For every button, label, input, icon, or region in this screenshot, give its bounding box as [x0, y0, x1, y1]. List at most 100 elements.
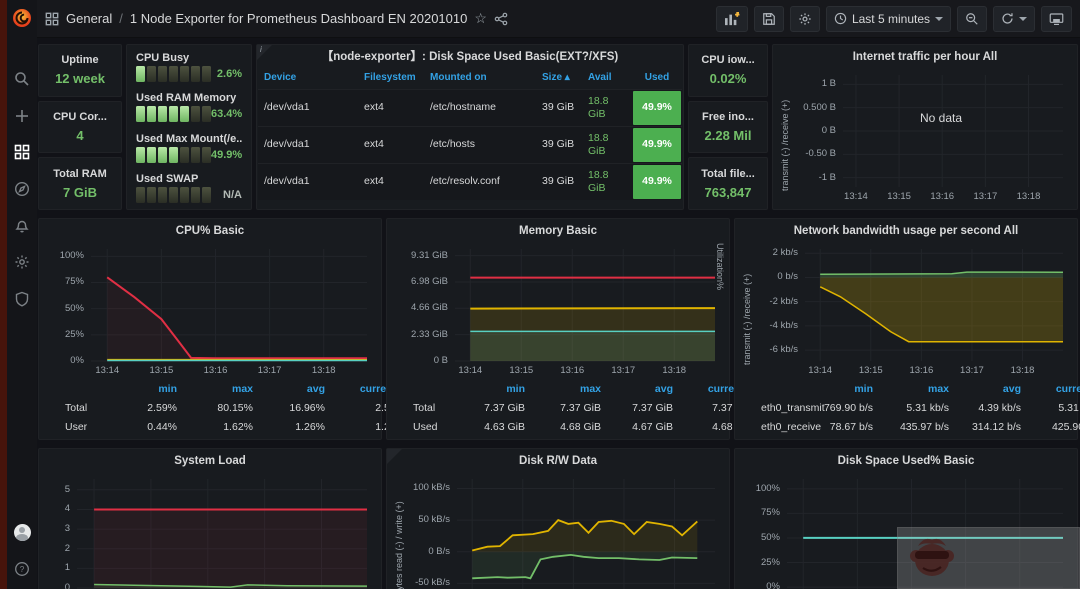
y-axis-label: transmit (-) /receive (+) [780, 99, 790, 191]
panel-title[interactable]: 【node-exporter】: Disk Space Used Basic(E… [257, 47, 683, 68]
series-name[interactable]: eth0_receive [761, 421, 821, 433]
y-axis-tick: 100% [59, 250, 84, 262]
cpu-basic-legend: minmaxavgcurrentTotal2.59%80.15%16.96%2.… [47, 379, 405, 436]
configuration-gear-icon[interactable] [13, 253, 31, 271]
table-cell: 18.8 GiB [588, 94, 609, 120]
used-percent-cell: 49.9% [633, 165, 681, 199]
gauge-segment [158, 186, 167, 203]
chevron-down-icon [1019, 16, 1027, 25]
legend-row: Total2.59%80.15%16.96%2.59% [47, 398, 405, 417]
breadcrumb-folder[interactable]: General [66, 11, 112, 26]
zoom-out-button[interactable] [957, 5, 987, 32]
panel-title[interactable]: Free ino... [702, 111, 754, 123]
legend-column-header[interactable]: avg [253, 383, 325, 395]
cpu-basic-panel: CPU% Basic 100% 75% 50% 25% 0% 13:14 13:15 13:1… [38, 218, 405, 440]
legend-column-header[interactable]: current [1021, 383, 1080, 395]
share-icon[interactable] [494, 12, 508, 26]
panel-title[interactable]: Total file... [701, 168, 755, 180]
table-column-header[interactable]: Device [258, 69, 358, 89]
legend-column-header[interactable]: min [453, 383, 525, 395]
time-range-picker[interactable]: Last 5 minutes [825, 5, 951, 32]
table-column-header[interactable]: Filesystem [358, 69, 424, 89]
network-bandwidth-chart: 2 kb/s 0 b/s -2 kb/s -4 kb/s -6 kb/s 13:14 13:… [741, 243, 1071, 379]
legend-value: 425.90 b/s [1051, 420, 1080, 433]
panel-title[interactable]: Total RAM [53, 168, 107, 180]
panel-title[interactable]: CPU iow... [701, 54, 754, 66]
series-name[interactable]: Total [413, 402, 453, 414]
series-name[interactable]: Used [413, 421, 453, 433]
table-cell: 49.9% [632, 127, 682, 163]
star-icon[interactable]: ☆ [474, 10, 487, 27]
table-cell: /etc/hostname [430, 101, 496, 114]
table-column-header[interactable]: Avail [582, 69, 632, 89]
table-column-header[interactable]: Size ▴ [536, 69, 582, 89]
panel-title[interactable]: System Load [39, 451, 381, 472]
y-axis-tick: 1 [64, 562, 70, 574]
panel-title[interactable]: Network bandwidth usage per second All [735, 221, 1077, 242]
top-navbar: General / 1 Node Exporter for Prometheus… [37, 0, 1080, 38]
memory-basic-chart: 9.31 GiB 6.98 GiB 4.66 GiB 2.33 GiB 0 B 13:14… [393, 243, 725, 379]
panel-title[interactable]: Disk Space Used% Basic [735, 451, 1077, 472]
panel-info-corner[interactable] [387, 449, 402, 464]
gauge-label: Used RAM Memory [136, 92, 237, 105]
table-cell: ext4 [364, 101, 384, 114]
user-avatar[interactable] [13, 523, 31, 541]
grafana-logo-icon[interactable] [11, 7, 33, 29]
help-icon[interactable]: ? [13, 560, 31, 578]
stat-value: 763,847 [704, 184, 752, 200]
series-name[interactable]: User [65, 421, 105, 433]
add-icon[interactable] [13, 107, 31, 125]
legend-column-header[interactable]: min [801, 383, 873, 395]
save-dashboard-button[interactable] [753, 5, 784, 32]
gauge-bar [136, 186, 211, 203]
gauge-segment [169, 106, 178, 123]
refresh-icon [1002, 13, 1013, 24]
gauge-segment [191, 186, 200, 203]
series-name[interactable]: Total [65, 402, 105, 414]
explore-compass-icon[interactable] [13, 180, 31, 198]
gauge-segment [158, 146, 167, 163]
search-icon[interactable] [13, 70, 31, 88]
panel-title[interactable]: Memory Basic [387, 221, 729, 242]
sidebar: ? [7, 0, 37, 589]
legend-column-header[interactable]: min [105, 383, 177, 395]
y-axis-tick: 0 [64, 582, 70, 589]
cycle-view-button[interactable] [1041, 5, 1072, 32]
series-name[interactable]: eth0_transmit [761, 402, 825, 414]
add-panel-button[interactable] [715, 5, 748, 32]
gauge-panel: CPU Busy 2.6% Used RAM Memory 63.4% Used Max… [126, 44, 252, 210]
internet-traffic-chart: 1 B 0.500 B0 B -0.50 B -1 B 13:14 13:15 13:16 1… [779, 69, 1071, 205]
panel-title[interactable]: Uptime [61, 54, 98, 66]
x-axis-tick: 13:16 [560, 365, 585, 376]
legend-column-header[interactable]: max [525, 383, 601, 395]
dashboard-title[interactable]: 1 Node Exporter for Prometheus Dashboard… [130, 11, 467, 26]
gauge-segment [202, 66, 211, 82]
stat-panel-cpu-iowait: CPU iow... 0.02% [688, 44, 768, 97]
alerting-bell-icon[interactable] [13, 217, 31, 235]
dashboard-settings-button[interactable] [789, 5, 820, 32]
legend-column-header[interactable]: max [177, 383, 253, 395]
refresh-button[interactable] [993, 5, 1035, 32]
gauge-bar [136, 106, 211, 123]
panel-title[interactable]: Internet traffic per hour All [773, 47, 1077, 68]
legend-column-header[interactable]: avg [601, 383, 673, 395]
gauge-segment [136, 106, 145, 123]
legend-column-header[interactable]: max [873, 383, 949, 395]
gauge-segment [202, 146, 211, 163]
panel-title[interactable]: CPU% Basic [39, 221, 381, 242]
table-cell: /etc/hosts [430, 138, 475, 151]
x-axis-tick: 13:14 [808, 365, 833, 376]
panel-title[interactable]: Disk R/W Data [387, 451, 729, 472]
security-shield-icon[interactable] [13, 290, 31, 308]
table-cell: /etc/resolv.conf [430, 175, 500, 188]
legend-column-header[interactable]: avg [949, 383, 1021, 395]
panel-title[interactable]: CPU Cor... [53, 111, 107, 123]
no-data-message: No data [920, 110, 963, 125]
monkey-logo-icon [910, 538, 954, 576]
table-column-header[interactable]: Used [632, 69, 682, 89]
table-column-header[interactable]: Mounted on [424, 69, 536, 89]
legend-value: 314.12 b/s [971, 420, 1021, 433]
dashboards-icon[interactable] [13, 143, 31, 161]
legend-value: 7.37 GiB [632, 401, 673, 414]
gauge-segment [136, 66, 145, 82]
